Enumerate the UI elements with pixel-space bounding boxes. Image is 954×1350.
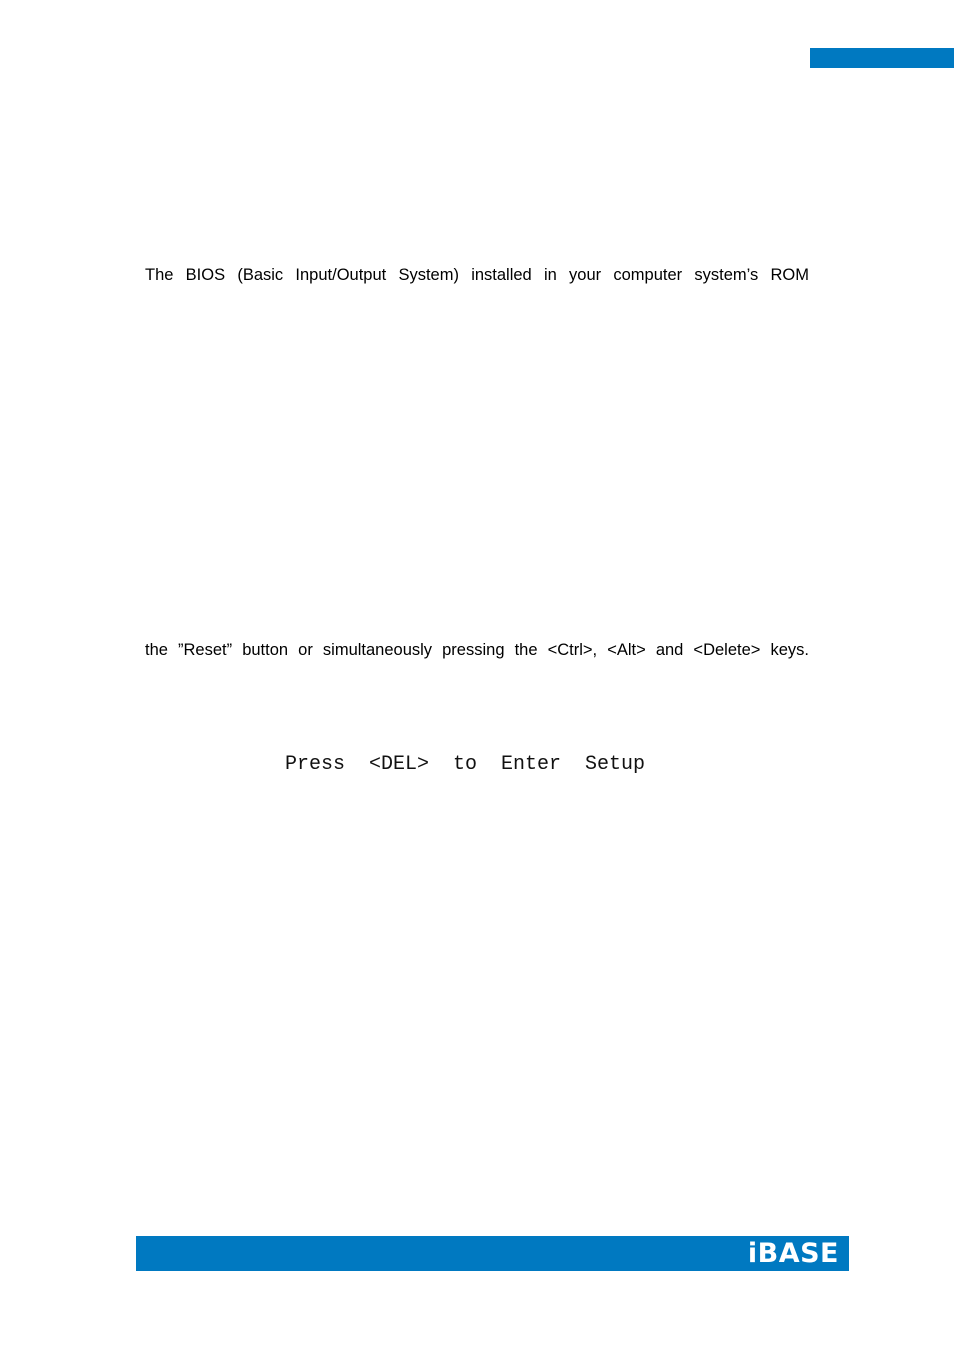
- header-corner-tab: [810, 48, 954, 68]
- footer-bar: iBASE: [136, 1236, 849, 1271]
- body-text-line-2: the ”Reset” button or simultaneously pre…: [145, 641, 809, 659]
- bios-setup-prompt: Press <DEL> to Enter Setup: [285, 753, 646, 776]
- ibase-logo: iBASE: [747, 1238, 839, 1269]
- body-text-line-1: The BIOS (Basic Input/Output System) ins…: [145, 266, 809, 284]
